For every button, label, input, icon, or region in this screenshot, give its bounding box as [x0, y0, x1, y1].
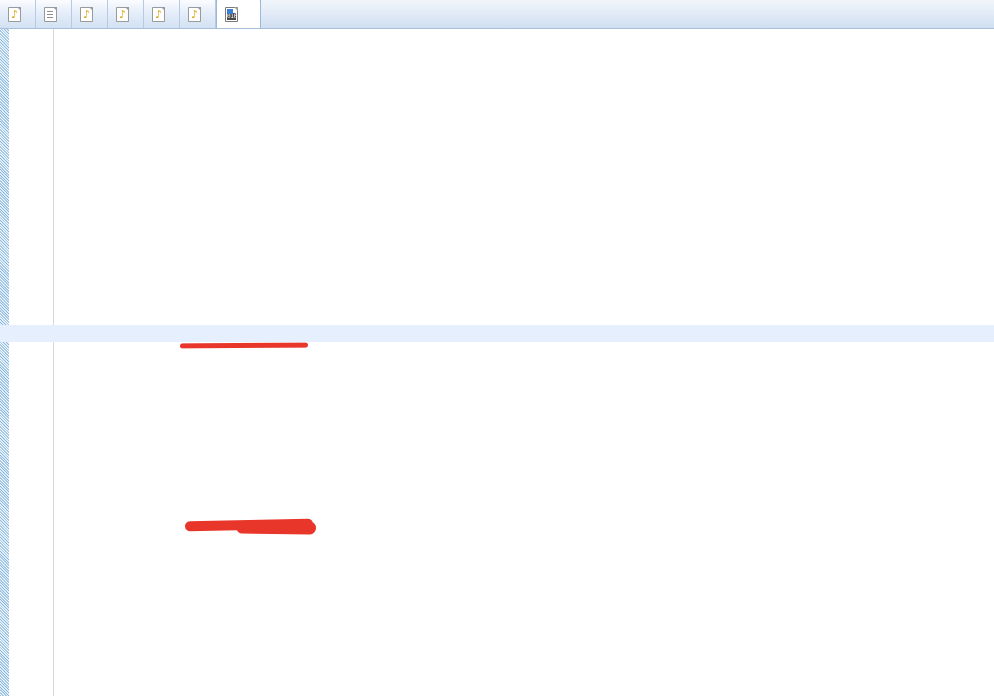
properties-file-icon [44, 6, 57, 22]
java-file-icon: ♪ [188, 6, 201, 22]
tab-asradditioninfo[interactable]: ♪ [108, 0, 144, 28]
code-editor[interactable] [0, 29, 994, 696]
java-file-icon: ♪ [8, 6, 21, 22]
tab-olamikeymanager[interactable]: ♪ [180, 0, 216, 28]
quick-diff-change-bar [0, 29, 9, 696]
java-file-icon: ♪ [152, 6, 165, 22]
red-strike-annotation-2b [235, 520, 317, 535]
tab-olamientity[interactable]: ♪ [144, 0, 180, 28]
binary-file-icon: 010 [225, 6, 238, 22]
java-file-icon: ♪ [80, 6, 93, 22]
gutter-separator [53, 29, 54, 696]
tab-config-properties[interactable] [36, 0, 72, 28]
current-line-highlight [0, 325, 994, 343]
tab-speechrecognizer[interactable]: 010 [216, 0, 261, 28]
red-underline-annotation-1 [179, 342, 309, 349]
tab-olamicontroller[interactable]: ♪ [72, 0, 108, 28]
editor-tab-bar: ♪ ♪ ♪ ♪ ♪ 010 [0, 0, 994, 29]
tab-overflow-button[interactable] [261, 0, 274, 28]
tab-sdkentity-java[interactable]: ♪ [0, 0, 36, 28]
java-file-icon: ♪ [116, 6, 129, 22]
